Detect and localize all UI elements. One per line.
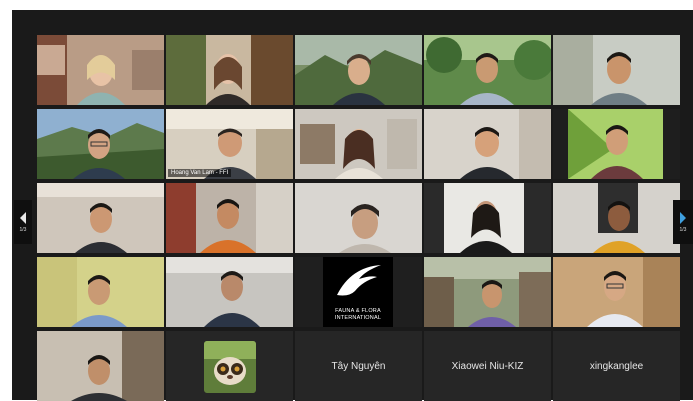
participant-tile[interactable] <box>424 183 551 253</box>
participant-tile-name-only[interactable]: Xiaowei Niu-KIZ <box>424 331 551 401</box>
video-feed <box>37 331 164 401</box>
next-page-button[interactable]: 1/3 <box>673 200 693 244</box>
participant-name: Xiaowei Niu-KIZ <box>424 331 551 401</box>
participant-tile[interactable] <box>424 257 551 327</box>
video-feed <box>37 109 164 179</box>
gallery-view: Hoang Van Lam - FFI FAUNA & FLORA INTERN… <box>12 10 693 401</box>
participant-tile[interactable] <box>166 183 293 253</box>
participant-tile[interactable] <box>37 35 164 105</box>
video-feed <box>424 183 551 253</box>
participant-tile[interactable] <box>295 109 422 179</box>
participant-tile-name-only[interactable]: xingkanglee <box>553 331 680 401</box>
participant-tile[interactable] <box>37 183 164 253</box>
bird-logo-icon <box>337 265 381 296</box>
video-feed <box>37 183 164 253</box>
video-feed <box>295 35 422 105</box>
chevron-right-icon <box>680 212 686 224</box>
avatar <box>204 341 256 393</box>
chevron-left-icon <box>20 212 26 224</box>
video-feed <box>295 183 422 253</box>
video-feed <box>553 35 680 105</box>
participant-tile[interactable] <box>37 331 164 401</box>
video-feed <box>295 109 422 179</box>
participant-tile-active-speaker[interactable]: Hoang Van Lam - FFI <box>166 109 293 179</box>
participant-tile[interactable] <box>166 35 293 105</box>
video-feed <box>166 35 293 105</box>
video-feed <box>424 257 551 327</box>
page-indicator: 1/3 <box>19 227 27 233</box>
participant-tile[interactable] <box>295 35 422 105</box>
zoom-window: Hoang Van Lam - FFI FAUNA & FLORA INTERN… <box>0 0 693 401</box>
fauna-flora-logo: FAUNA & FLORA INTERNATIONAL <box>323 257 393 327</box>
participant-tile[interactable] <box>553 35 680 105</box>
participant-tile-logo[interactable]: FAUNA & FLORA INTERNATIONAL <box>295 257 422 327</box>
participant-name: xingkanglee <box>553 331 680 401</box>
video-feed <box>166 183 293 253</box>
video-feed <box>553 183 680 253</box>
participant-tile[interactable] <box>553 109 680 179</box>
participant-tile[interactable] <box>553 257 680 327</box>
participant-name: Tây Nguyên <box>295 331 422 401</box>
participant-tile[interactable] <box>295 183 422 253</box>
video-feed <box>553 109 680 179</box>
logo-text: FAUNA & FLORA INTERNATIONAL <box>334 308 382 321</box>
participant-tile[interactable] <box>424 109 551 179</box>
page-indicator: 1/3 <box>679 227 687 233</box>
participant-tile[interactable] <box>424 35 551 105</box>
participant-tile[interactable] <box>37 257 164 327</box>
video-feed <box>37 257 164 327</box>
slow-loris-avatar-icon <box>204 341 256 393</box>
video-feed <box>166 257 293 327</box>
video-feed <box>424 35 551 105</box>
participant-tile[interactable] <box>553 183 680 253</box>
participant-name-label: Hoang Van Lam - FFI <box>168 169 232 177</box>
video-feed <box>37 35 164 105</box>
participant-tile-avatar[interactable] <box>166 331 293 401</box>
video-feed <box>424 109 551 179</box>
previous-page-button[interactable]: 1/3 <box>14 200 32 244</box>
participant-tile[interactable] <box>37 109 164 179</box>
participant-tile[interactable] <box>166 257 293 327</box>
video-feed <box>553 257 680 327</box>
participant-tile-name-only[interactable]: Tây Nguyên <box>295 331 422 401</box>
